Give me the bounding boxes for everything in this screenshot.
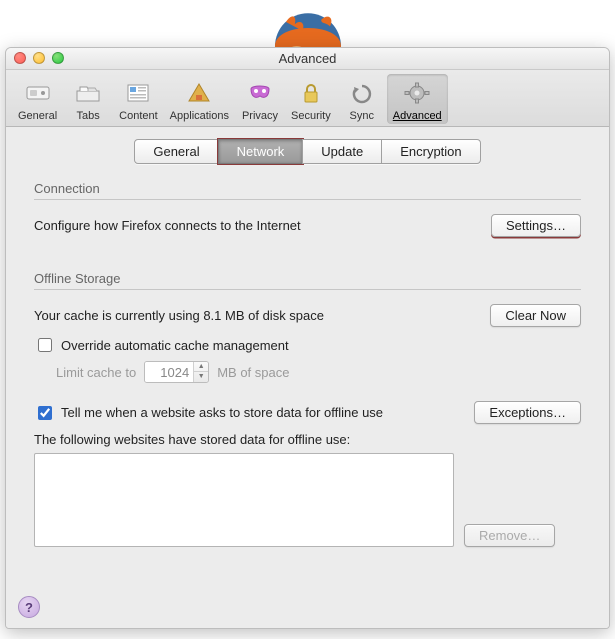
offline-websites-list[interactable] [34, 453, 454, 547]
toolbar-item-privacy[interactable]: Privacy [235, 74, 285, 124]
content-icon [123, 78, 153, 108]
stored-websites-label: The following websites have stored data … [34, 432, 581, 447]
toolbar-label: Privacy [242, 110, 278, 122]
toolbar-label: Tabs [77, 110, 100, 122]
preferences-window: Advanced General Tabs Content Applicatio… [5, 47, 610, 629]
subtab-update[interactable]: Update [302, 139, 382, 164]
cache-limit-input[interactable] [145, 362, 193, 382]
toolbar-item-advanced[interactable]: Advanced [387, 74, 448, 124]
remove-website-button[interactable]: Remove… [464, 524, 555, 547]
override-cache-checkbox[interactable] [38, 338, 52, 352]
gear-icon [402, 78, 432, 108]
applications-icon [184, 78, 214, 108]
switch-icon [23, 78, 53, 108]
window-title: Advanced [279, 51, 337, 66]
toolbar-item-content[interactable]: Content [113, 74, 164, 124]
toolbar-label: Advanced [393, 110, 442, 122]
limit-cache-row: Limit cache to ▲ ▼ MB of space [56, 361, 581, 383]
toolbar-item-tabs[interactable]: Tabs [63, 74, 113, 124]
content-area: General Network Update Encryption Connec… [6, 127, 609, 628]
question-mark-icon: ? [25, 600, 33, 615]
connection-section-header: Connection [34, 181, 581, 200]
toolbar-label: Content [119, 110, 158, 122]
toolbar-item-applications[interactable]: Applications [164, 74, 235, 124]
toolbar-item-security[interactable]: Security [285, 74, 337, 124]
subtab-bar: General Network Update Encryption [14, 139, 601, 164]
zoom-window-button[interactable] [52, 52, 64, 64]
override-cache-label[interactable]: Override automatic cache management [61, 338, 289, 353]
sync-icon [347, 78, 377, 108]
toolbar-item-general[interactable]: General [12, 74, 63, 124]
limit-suffix-label: MB of space [217, 365, 289, 380]
connection-settings-button[interactable]: Settings… [491, 214, 581, 237]
close-window-button[interactable] [14, 52, 26, 64]
minimize-window-button[interactable] [33, 52, 45, 64]
limit-prefix-label: Limit cache to [56, 365, 136, 380]
toolbar-label: General [18, 110, 57, 122]
privacy-mask-icon [245, 78, 275, 108]
cache-usage-text: Your cache is currently using 8.1 MB of … [34, 308, 324, 323]
toolbar-label: Applications [170, 110, 229, 122]
help-button[interactable]: ? [18, 596, 40, 618]
offline-section-header: Offline Storage [34, 271, 581, 290]
toolbar-item-sync[interactable]: Sync [337, 74, 387, 124]
clear-cache-button[interactable]: Clear Now [490, 304, 581, 327]
tabs-icon [73, 78, 103, 108]
offline-data-notify-checkbox[interactable] [38, 406, 52, 420]
subtab-general[interactable]: General [134, 139, 218, 164]
connection-description: Configure how Firefox connects to the In… [34, 218, 301, 233]
titlebar: Advanced [6, 48, 609, 70]
subtab-network[interactable]: Network [218, 139, 304, 164]
subtab-encryption[interactable]: Encryption [381, 139, 480, 164]
offline-data-notify-label[interactable]: Tell me when a website asks to store dat… [61, 405, 383, 420]
preferences-toolbar: General Tabs Content Applications Privac… [6, 70, 609, 127]
toolbar-label: Sync [350, 110, 374, 122]
stepper-down-icon[interactable]: ▼ [194, 372, 208, 382]
exceptions-button[interactable]: Exceptions… [474, 401, 581, 424]
cache-limit-stepper[interactable]: ▲ ▼ [193, 362, 208, 382]
lock-icon [296, 78, 326, 108]
toolbar-label: Security [291, 110, 331, 122]
stepper-up-icon[interactable]: ▲ [194, 362, 208, 372]
network-panel: Connection Configure how Firefox connect… [14, 163, 601, 557]
